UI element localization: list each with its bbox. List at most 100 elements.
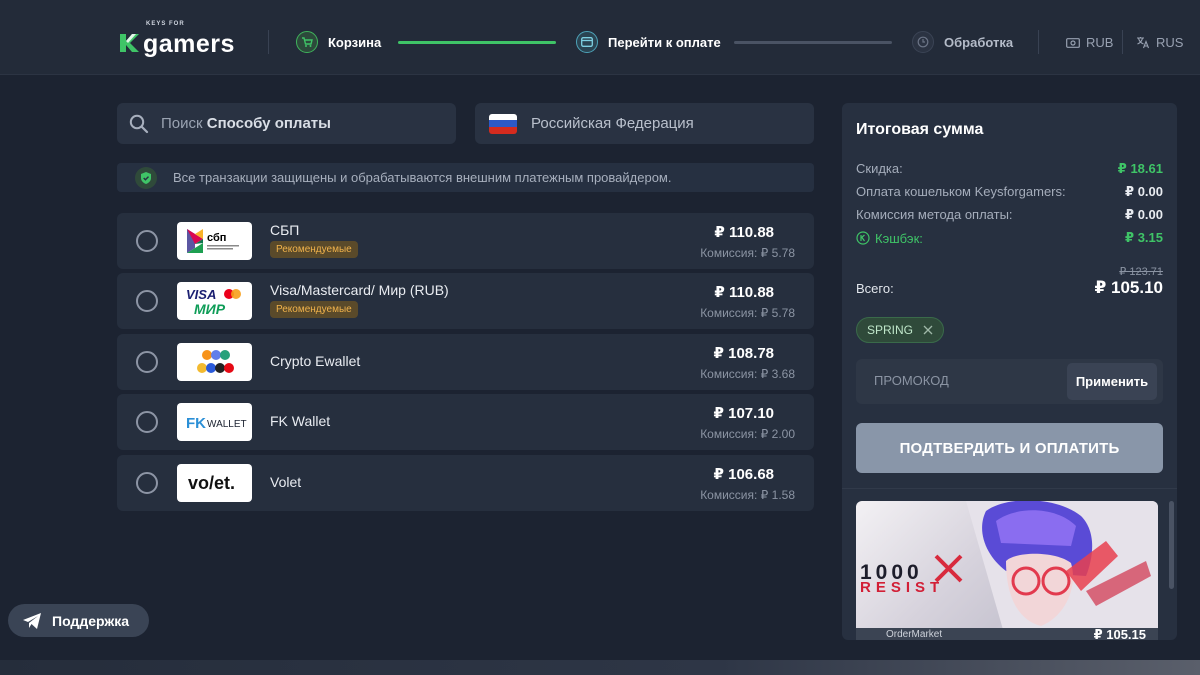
bottom-bar bbox=[0, 660, 1200, 675]
apply-promo-button[interactable]: Применить bbox=[1067, 363, 1157, 400]
cashback-label-group: Кэшбэк: bbox=[856, 230, 923, 246]
game-info-strip: OrderMarket ₽ 105.15 bbox=[856, 628, 1158, 640]
payment-method-row[interactable]: VISA МИР Visa/Mastercard/ Мир (RUB) Реко… bbox=[117, 273, 814, 329]
sbp-logo: сбп bbox=[177, 222, 252, 260]
country-selector[interactable]: Российская Федерация bbox=[475, 103, 814, 144]
recommended-badge: Рекомендуемые bbox=[270, 301, 358, 318]
payment-method-row[interactable]: vo/et. Volet ₽ 106.68 Комиссия: ₽ 1.58 bbox=[117, 455, 814, 511]
cart-icon bbox=[296, 31, 318, 53]
card-icon bbox=[576, 31, 598, 53]
crypto-logo bbox=[177, 343, 252, 381]
total-label: Всего: bbox=[856, 281, 894, 296]
russia-flag-icon bbox=[489, 113, 517, 134]
logo-k-icon bbox=[120, 34, 139, 52]
summary-divider bbox=[842, 488, 1177, 489]
volet-logo: vo/et. bbox=[177, 464, 252, 502]
promo-code-label: SPRING bbox=[867, 323, 914, 337]
shield-icon bbox=[135, 166, 157, 189]
method-fee-label: Комиссия метода оплаты: bbox=[856, 207, 1013, 222]
game-price: ₽ 105.15 bbox=[1093, 627, 1146, 640]
old-total-price: ₽ 123.71 bbox=[1119, 266, 1163, 278]
svg-text:vo/et.: vo/et. bbox=[188, 473, 235, 493]
currency-label: RUB bbox=[1086, 35, 1114, 50]
payment-name: СБП bbox=[270, 222, 300, 238]
visa-mir-logo: VISA МИР bbox=[177, 282, 252, 320]
site-logo[interactable]: KEYS FOR gamers bbox=[118, 21, 235, 58]
clock-icon bbox=[912, 31, 934, 53]
svg-text:VISA: VISA bbox=[186, 287, 216, 302]
currency-selector[interactable]: RUB bbox=[1066, 35, 1113, 50]
promo-code-input[interactable]: ПРОМОКОД Применить bbox=[856, 359, 1163, 404]
security-notice: Все транзакции защищены и обрабатываются… bbox=[117, 163, 814, 192]
top-header: KEYS FOR gamers Корзина Перейти к оплате… bbox=[0, 0, 1200, 75]
support-label: Поддержка bbox=[52, 612, 130, 629]
header-divider bbox=[268, 30, 269, 54]
method-fee-line: Комиссия метода оплаты: ₽ 0.00 bbox=[856, 207, 1163, 223]
method-fee-value: ₽ 0.00 bbox=[1125, 207, 1163, 222]
payment-fee: Комиссия: ₽ 3.68 bbox=[700, 367, 795, 381]
payment-method-row[interactable]: сбп СБП Рекомендуемые ₽ 110.88 Комиссия:… bbox=[117, 213, 814, 269]
recommended-badge: Рекомендуемые bbox=[270, 241, 358, 258]
payment-method-row[interactable]: FK WALLET FK Wallet ₽ 107.10 Комиссия: ₽… bbox=[117, 394, 814, 450]
discount-label: Скидка: bbox=[856, 161, 903, 176]
wallet-payment-label: Оплата кошельком Keysforgamers: bbox=[856, 184, 1066, 199]
game-cover-card[interactable]: 1000 RESIST OrderMarket ₽ 105.15 bbox=[856, 501, 1158, 640]
payment-radio[interactable] bbox=[136, 230, 158, 252]
discount-value: ₽ 18.61 bbox=[1117, 161, 1163, 176]
cashback-value: ₽ 3.15 bbox=[1125, 230, 1163, 245]
header-divider bbox=[1122, 30, 1123, 54]
order-summary-panel: Итоговая сумма Скидка: ₽ 18.61 Оплата ко… bbox=[842, 103, 1177, 640]
wallet-payment-line: Оплата кошельком Keysforgamers: ₽ 0.00 bbox=[856, 184, 1163, 200]
header-divider bbox=[1038, 30, 1039, 54]
seller-name: OrderMarket bbox=[886, 629, 943, 640]
close-icon[interactable] bbox=[923, 325, 933, 335]
promo-placeholder: ПРОМОКОД bbox=[874, 373, 949, 388]
search-icon bbox=[129, 114, 149, 133]
payment-fee: Комиссия: ₽ 1.58 bbox=[700, 488, 795, 502]
payment-price: ₽ 108.78 bbox=[713, 345, 774, 362]
progress-bar-pending bbox=[734, 41, 892, 44]
cashback-line: Кэшбэк: ₽ 3.15 bbox=[856, 230, 1163, 246]
payment-search-input[interactable]: Поиск Способу оплаты bbox=[117, 103, 456, 144]
svg-text:FK: FK bbox=[186, 415, 206, 432]
security-notice-text: Все транзакции защищены и обрабатываются… bbox=[173, 170, 672, 185]
payment-radio[interactable] bbox=[136, 411, 158, 433]
payment-price: ₽ 106.68 bbox=[713, 466, 774, 483]
svg-text:сбп: сбп bbox=[207, 232, 226, 244]
svg-text:WALLET: WALLET bbox=[207, 419, 247, 430]
wallet-payment-value: ₽ 0.00 bbox=[1125, 184, 1163, 199]
step-processing-label: Обработка bbox=[944, 34, 1014, 50]
payment-fee: Комиссия: ₽ 5.78 bbox=[700, 306, 795, 320]
progress-bar-complete bbox=[398, 41, 556, 44]
money-icon bbox=[1066, 37, 1080, 48]
payment-method-row[interactable]: Crypto Ewallet ₽ 108.78 Комиссия: ₽ 3.68 bbox=[117, 334, 814, 390]
support-button[interactable]: Поддержка bbox=[8, 604, 149, 637]
step-cart[interactable]: Корзина bbox=[296, 31, 381, 53]
translate-icon bbox=[1137, 37, 1150, 49]
step-processing[interactable]: Обработка bbox=[912, 31, 1013, 53]
summary-title: Итоговая сумма bbox=[856, 121, 984, 138]
payment-radio[interactable] bbox=[136, 472, 158, 494]
payment-radio[interactable] bbox=[136, 351, 158, 373]
step-payment[interactable]: Перейти к оплате bbox=[576, 31, 721, 53]
payment-fee: Комиссия: ₽ 5.78 bbox=[700, 246, 795, 260]
cashback-label: Кэшбэк: bbox=[875, 230, 923, 246]
payment-price: ₽ 110.88 bbox=[714, 224, 774, 241]
payment-name: Volet bbox=[270, 474, 302, 490]
telegram-icon bbox=[23, 612, 41, 629]
fk-wallet-logo: FK WALLET bbox=[177, 403, 252, 441]
language-label: RUS bbox=[1156, 35, 1184, 50]
language-selector[interactable]: RUS bbox=[1136, 35, 1183, 50]
search-placeholder: Поиск Способу оплаты bbox=[161, 115, 331, 132]
step-cart-label: Корзина bbox=[328, 34, 382, 50]
summary-scrollbar[interactable] bbox=[1169, 501, 1174, 589]
payment-price: ₽ 110.88 bbox=[714, 284, 774, 301]
confirm-and-pay-button[interactable]: ПОДТВЕРДИТЬ И ОПЛАТИТЬ bbox=[856, 423, 1163, 473]
payment-fee: Комиссия: ₽ 2.00 bbox=[700, 427, 795, 441]
payment-radio[interactable] bbox=[136, 290, 158, 312]
step-payment-label: Перейти к оплате bbox=[608, 34, 721, 50]
game-title-line2: RESIST bbox=[860, 579, 945, 596]
payment-name: Visa/Mastercard/ Мир (RUB) bbox=[270, 282, 449, 298]
payment-name: Crypto Ewallet bbox=[270, 353, 361, 369]
payment-price: ₽ 107.10 bbox=[713, 405, 774, 422]
